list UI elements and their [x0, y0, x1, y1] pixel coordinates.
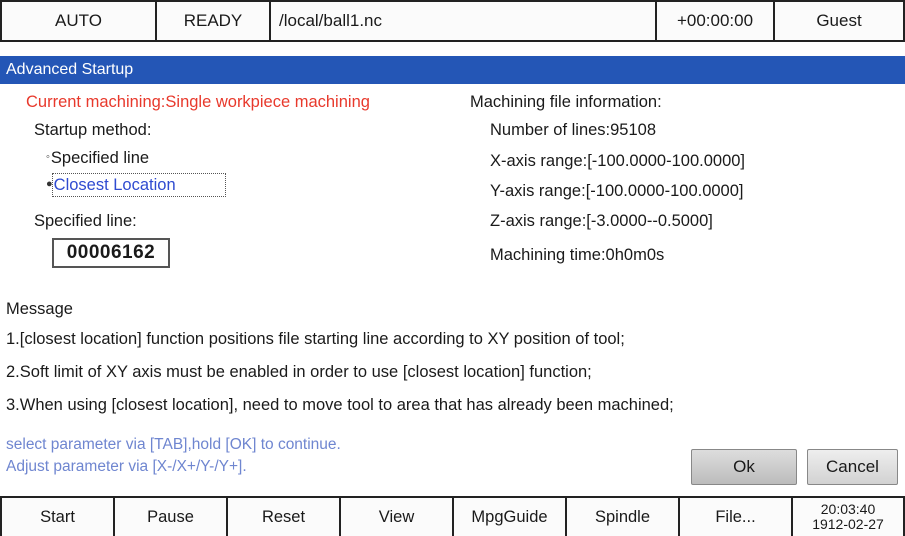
softkey-reset[interactable]: Reset [228, 498, 341, 536]
specified-line-label: Specified line: [34, 212, 137, 230]
clock-time: 20:03:40 [820, 501, 876, 517]
radio-selected-icon[interactable]: ● [46, 178, 53, 190]
softkey-bar: Start Pause Reset View MpgGuide Spindle … [0, 496, 905, 536]
softkey-file[interactable]: File... [680, 498, 793, 536]
user-indicator: Guest [816, 11, 862, 30]
option-label: Specified line [50, 149, 150, 167]
option-specified-line[interactable]: ◦Specified line [46, 149, 149, 168]
machining-time: Machining time:0h0m0s [490, 246, 665, 264]
ok-button[interactable]: Ok [691, 449, 797, 485]
message-line: 2.Soft limit of XY axis must be enabled … [6, 363, 592, 381]
z-axis-range: Z-axis range:[-3.0000--0.5000] [490, 212, 713, 230]
clock: 20:03:40 1912-02-27 [793, 498, 903, 536]
radio-unselected-icon[interactable]: ◦ [46, 151, 50, 163]
startup-method-label: Startup method: [34, 121, 152, 139]
run-timer: +00:00:00 [657, 2, 775, 40]
specified-line-input[interactable]: 00006162 [52, 238, 170, 268]
softkey-view[interactable]: View [341, 498, 454, 536]
message-heading: Message [6, 300, 73, 318]
current-machining-label: Current machining:Single workpiece machi… [26, 93, 370, 111]
hint-line: Adjust parameter via [X-/X+/Y-/Y+]. [6, 458, 247, 475]
clock-date: 1912-02-27 [812, 516, 884, 532]
message-line: 1.[closest location] function positions … [6, 330, 625, 348]
file-lines-count: Number of lines:95108 [490, 121, 657, 139]
option-label: Closest Location [53, 176, 176, 194]
y-axis-range: Y-axis range:[-100.0000-100.0000] [490, 182, 744, 200]
cancel-button[interactable]: Cancel [807, 449, 898, 485]
message-line: 3.When using [closest location], need to… [6, 396, 674, 414]
file-path: /local/ball1.nc [271, 2, 657, 40]
x-axis-range: X-axis range:[-100.0000-100.0000] [490, 152, 746, 170]
file-info-heading: Machining file information: [470, 93, 662, 111]
hint-line: select parameter via [TAB],hold [OK] to … [6, 436, 341, 453]
softkey-spindle[interactable]: Spindle [567, 498, 680, 536]
state-indicator: READY [157, 2, 271, 40]
softkey-start[interactable]: Start [2, 498, 115, 536]
softkey-mpgguide[interactable]: MpgGuide [454, 498, 567, 536]
option-closest-location[interactable]: ●Closest Location [46, 176, 176, 195]
dialog-title: Advanced Startup [0, 56, 905, 84]
mode-indicator: AUTO [2, 2, 157, 40]
softkey-pause[interactable]: Pause [115, 498, 228, 536]
status-bar: AUTO READY /local/ball1.nc +00:00:00 Gue… [0, 0, 905, 42]
